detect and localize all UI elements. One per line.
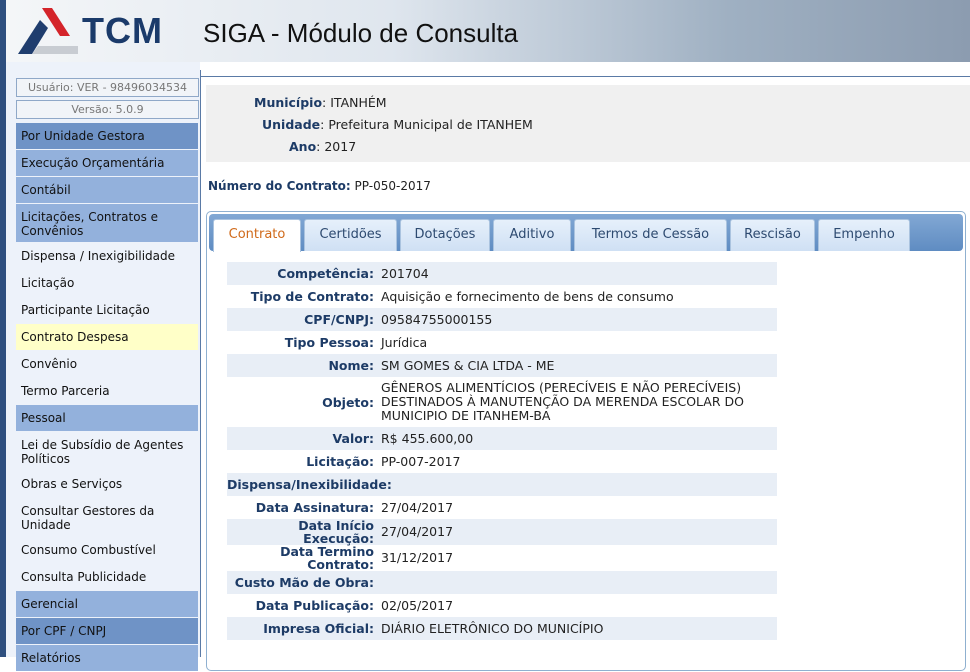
municipio-row: Município: ITANHÉM: [254, 95, 387, 110]
sidebar-item-licitacao[interactable]: Licitação: [16, 270, 198, 296]
sidebar-item-lei-de-subsidio-de-agentes-politicos[interactable]: Lei de Subsídio de Agentes Políticos: [16, 432, 198, 470]
field-value: 27/04/2017: [375, 501, 777, 515]
sidebar-item-consultar-gestores-da-unidade[interactable]: Consultar Gestores da Unidade: [16, 498, 198, 536]
tab-rescisao[interactable]: Rescisão: [730, 219, 815, 251]
ano-row: Ano: 2017: [289, 139, 356, 154]
field-value: Jurídica: [375, 336, 777, 350]
tab-contrato[interactable]: Contrato: [213, 219, 301, 252]
field-label: Data Termino Contrato:: [227, 545, 375, 571]
field-value: 27/04/2017: [375, 525, 777, 539]
field-label: Valor:: [227, 432, 375, 445]
ano-value: 2017: [324, 139, 356, 154]
municipio-label: Município: [254, 95, 322, 110]
tab-certidoes[interactable]: Certidões: [304, 219, 397, 251]
sidebar-item-contabil[interactable]: Contábil: [16, 177, 198, 203]
field-value: Aquisição e fornecimento de bens de cons…: [375, 290, 777, 304]
municipio-value: ITANHÉM: [330, 95, 386, 110]
unidade-value: Prefeitura Municipal de ITANHEM: [328, 117, 532, 132]
field-row-cpf-cnpj: CPF/CNPJ:09584755000155: [227, 308, 777, 331]
sidebar-item-consumo-combustivel[interactable]: Consumo Combustível: [16, 537, 198, 563]
contract-number-value: PP-050-2017: [355, 179, 431, 193]
sidebar-item-por-unidade-gestora[interactable]: Por Unidade Gestora: [16, 123, 198, 149]
tab-termos-de-cessao[interactable]: Termos de Cessão: [574, 219, 727, 251]
sidebar-item-gerencial[interactable]: Gerencial: [16, 591, 198, 617]
field-value: 31/12/2017: [375, 551, 777, 565]
tcm-logo-icon: [18, 6, 78, 56]
sidebar-item-convenio[interactable]: Convênio: [16, 351, 198, 377]
contract-number: Número do Contrato: PP-050-2017: [208, 179, 431, 193]
app-title: SIGA - Módulo de Consulta: [203, 18, 518, 49]
divider: [200, 70, 201, 657]
field-label: Data Início Execução:: [227, 519, 375, 545]
sidebar-item-execucao-orcamentaria[interactable]: Execução Orçamentária: [16, 150, 198, 176]
field-value: PP-007-2017: [375, 455, 777, 469]
field-label: Tipo de Contrato:: [227, 290, 375, 303]
field-label: Tipo Pessoa:: [227, 336, 375, 349]
tab-aditivo[interactable]: Aditivo: [493, 219, 571, 251]
field-label: Custo Mão de Obra:: [227, 576, 375, 589]
version-info: Versão: 5.0.9: [16, 100, 199, 119]
field-label: Dispensa/Inexibilidade:: [227, 478, 375, 491]
field-label: Competência:: [227, 267, 375, 280]
field-row-valor: Valor:R$ 455.600,00: [227, 427, 777, 450]
tab-dotacoes[interactable]: Dotações: [400, 219, 490, 251]
field-row-dispensa-inexibilidade: Dispensa/Inexibilidade:: [227, 473, 777, 496]
sidebar-item-relatorios[interactable]: Relatórios: [16, 645, 198, 671]
field-row-data-termino-contrato: Data Termino Contrato:31/12/2017: [227, 545, 777, 571]
field-row-impresa-oficial: Impresa Oficial:DIÁRIO ELETRÔNICO DO MUN…: [227, 617, 777, 640]
field-row-objeto: Objeto:GÊNEROS ALIMENTÍCIOS (PERECÍVEIS …: [227, 377, 777, 427]
field-label: Data Publicação:: [227, 599, 375, 612]
sidebar-item-consulta-publicidade[interactable]: Consulta Publicidade: [16, 564, 198, 590]
sidebar-item-termo-parceria[interactable]: Termo Parceria: [16, 378, 198, 404]
tab-bar: ContratoCertidõesDotaçõesAditivoTermos d…: [209, 214, 963, 251]
contract-number-label: Número do Contrato:: [208, 179, 351, 193]
field-row-custo-mao-de-obra: Custo Mão de Obra:: [227, 571, 777, 594]
unidade-label: Unidade: [262, 117, 320, 132]
field-value: GÊNEROS ALIMENTÍCIOS (PERECÍVEIS E NÃO P…: [375, 381, 777, 423]
sidebar: Usuário: VER - 98496034534 Versão: 5.0.9…: [0, 62, 200, 657]
field-value: R$ 455.600,00: [375, 432, 777, 446]
field-row-tipo-de-contrato: Tipo de Contrato:Aquisição e forneciment…: [227, 285, 777, 308]
ano-label: Ano: [289, 139, 316, 154]
field-value: DIÁRIO ELETRÔNICO DO MUNICÍPIO: [375, 622, 777, 636]
field-value: 02/05/2017: [375, 599, 777, 613]
field-value: 201704: [375, 267, 777, 281]
header-banner: TCM SIGA - Módulo de Consulta: [0, 0, 970, 62]
field-label: CPF/CNPJ:: [227, 313, 375, 326]
field-label: Nome:: [227, 359, 375, 372]
field-label: Licitação:: [227, 455, 375, 468]
context-panel: Município: ITANHÉM Unidade: Prefeitura M…: [206, 85, 970, 162]
field-row-tipo-pessoa: Tipo Pessoa:Jurídica: [227, 331, 777, 354]
field-row-nome: Nome:SM GOMES & CIA LTDA - ME: [227, 354, 777, 377]
sidebar-item-dispensa-inexigibilidade[interactable]: Dispensa / Inexigibilidade: [16, 243, 198, 269]
unidade-row: Unidade: Prefeitura Municipal de ITANHEM: [262, 117, 533, 132]
field-label: Impresa Oficial:: [227, 622, 375, 635]
divider: [200, 76, 970, 77]
field-row-data-inicio-execucao: Data Início Execução:27/04/2017: [227, 519, 777, 545]
logo-text: TCM: [82, 10, 163, 52]
field-label: Objeto:: [227, 396, 375, 409]
tab-empenho[interactable]: Empenho: [818, 219, 910, 251]
sidebar-item-contrato-despesa[interactable]: Contrato Despesa: [16, 324, 198, 350]
field-row-data-assinatura: Data Assinatura:27/04/2017: [227, 496, 777, 519]
field-value: SM GOMES & CIA LTDA - ME: [375, 359, 777, 373]
sidebar-item-obras-e-servicos[interactable]: Obras e Serviços: [16, 471, 198, 497]
sidebar-item-licitacoes-contratos-e-convenios[interactable]: Licitações, Contratos e Convênios: [16, 204, 198, 242]
sidebar-item-por-cpf-cnpj[interactable]: Por CPF / CNPJ: [16, 618, 198, 644]
sidebar-item-pessoal[interactable]: Pessoal: [16, 405, 198, 431]
sidebar-item-participante-licitacao[interactable]: Participante Licitação: [16, 297, 198, 323]
sidebar-menu: Por Unidade GestoraExecução Orçamentária…: [16, 123, 198, 672]
field-row-competencia: Competência:201704: [227, 262, 777, 285]
user-info: Usuário: VER - 98496034534: [16, 78, 199, 97]
field-row-licitacao: Licitação:PP-007-2017: [227, 450, 777, 473]
field-row-data-publicacao: Data Publicação:02/05/2017: [227, 594, 777, 617]
field-value: 09584755000155: [375, 313, 777, 327]
contract-details: Competência:201704Tipo de Contrato:Aquis…: [227, 262, 777, 640]
field-label: Data Assinatura:: [227, 501, 375, 514]
